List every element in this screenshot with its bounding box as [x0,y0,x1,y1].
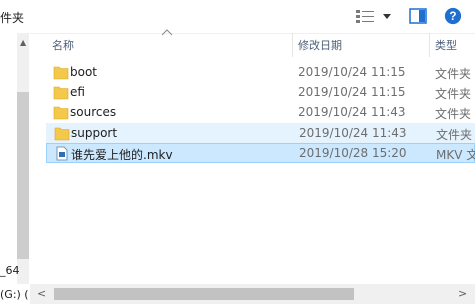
scroll-left-icon[interactable]: < [37,287,46,300]
file-row[interactable]: boot 2019/10/24 11:15 文件夹 [46,63,475,83]
column-header-name[interactable]: 名称 [52,37,74,53]
file-row[interactable]: support 2019/10/24 11:43 文件夹 [46,123,475,143]
file-type: 文件夹 [436,128,473,142]
column-divider[interactable] [292,33,293,57]
chevron-down-icon[interactable] [381,7,393,25]
file-type: 文件夹 [435,67,472,81]
column-divider[interactable] [429,33,430,57]
nav-scrollbar-thumb[interactable] [17,92,29,259]
file-name: sources [70,105,117,119]
nav-item-fragment[interactable]: _64 [0,264,20,277]
scroll-up-icon[interactable]: ▲ [20,38,26,47]
file-modified: 2019/10/24 11:15 [298,65,406,79]
file-modified: 2019/10/28 15:20 [299,146,407,160]
folder-icon [53,66,69,80]
folder-icon [53,106,69,120]
file-modified: 2019/10/24 11:15 [298,85,406,99]
file-name: 谁先爱上他的.mkv [71,148,173,162]
toolbar-title: 件夹 [0,11,25,25]
file-row[interactable]: sources 2019/10/24 11:43 文件夹 [46,103,475,123]
file-name: efi [70,85,85,99]
file-modified: 2019/10/24 11:43 [298,105,406,119]
file-type: 文件夹 [435,87,472,101]
file-type: 文件夹 [435,107,472,121]
horizontal-scrollbar-thumb[interactable] [54,288,354,300]
file-name: boot [70,65,98,79]
file-name: support [71,126,118,140]
file-row[interactable]: efi 2019/10/24 11:15 文件夹 [46,83,475,103]
nav-drive-fragment[interactable]: (G:) ( [0,288,29,301]
file-type: MKV 文 [436,148,475,162]
column-header-type[interactable]: 类型 [435,37,457,53]
svg-text:?: ? [449,10,456,23]
folder-icon [53,86,69,100]
folder-icon [54,127,70,141]
scroll-right-icon[interactable]: > [458,287,467,300]
file-modified: 2019/10/24 11:43 [299,126,407,140]
column-header-modified[interactable]: 修改日期 [298,37,342,53]
toolbar: 件夹 ? [0,0,475,34]
sort-ascending-icon [161,29,173,36]
preview-pane-icon[interactable] [408,7,428,25]
view-options-icon[interactable] [355,7,377,25]
help-icon[interactable]: ? [443,7,463,25]
video-file-icon [56,146,68,161]
file-row[interactable]: 谁先爱上他的.mkv 2019/10/28 15:20 MKV 文 [46,143,475,163]
